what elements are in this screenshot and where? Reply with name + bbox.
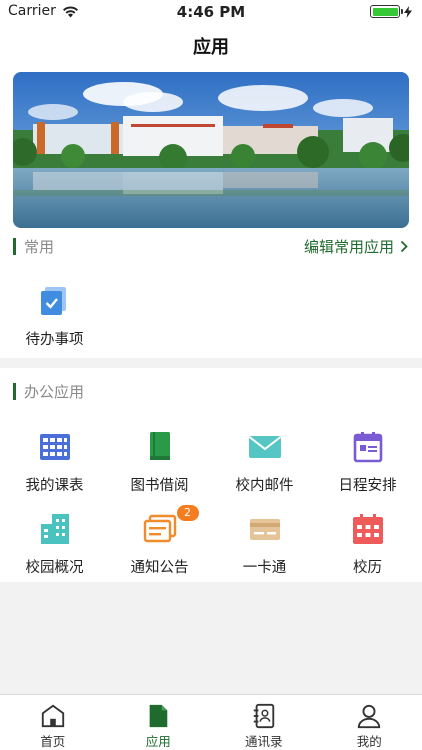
notice-icon-wrap: 2 (143, 505, 199, 546)
home-icon (41, 704, 64, 728)
common-section: 常用 编辑常用应用 待办事项 (0, 68, 422, 358)
contacts-icon (253, 703, 274, 729)
chevron-right-icon (400, 240, 408, 253)
office-section-title: 办公应用 (24, 382, 85, 401)
apps-icon (149, 704, 168, 728)
app-timetable-label: 我的课表 (25, 478, 84, 494)
status-bar: Carrier 4:46 PM (0, 0, 422, 24)
battery-icon (370, 5, 403, 18)
building-icon (40, 514, 69, 544)
section-accent-bar (13, 237, 16, 255)
app-school-calendar-label: 校历 (353, 560, 382, 576)
status-right (370, 5, 412, 18)
notice-badge: 2 (176, 505, 199, 521)
app-library[interactable]: 图书借阅 (107, 430, 212, 495)
school-calendar-icon (352, 514, 383, 544)
profile-icon (358, 704, 381, 729)
app-notices[interactable]: 2 通知公告 (107, 505, 212, 577)
edit-common-apps-label: 编辑常用应用 (303, 238, 394, 256)
charging-icon (404, 5, 412, 18)
section-accent-bar (13, 382, 16, 400)
navigation-bar: 应用 (0, 24, 422, 68)
tab-contacts-label: 通讯录 (244, 734, 283, 749)
page-title: 应用 (193, 37, 229, 58)
common-section-header: 常用 (13, 236, 54, 256)
status-time: 4:46 PM (176, 3, 246, 21)
app-notices-label: 通知公告 (130, 560, 189, 576)
app-mail[interactable]: 校内邮件 (212, 430, 317, 495)
app-campus-overview[interactable]: 校园概况 (2, 512, 107, 577)
tab-profile[interactable]: 我的 (317, 695, 422, 750)
tab-apps-label: 应用 (145, 734, 171, 749)
common-section-title: 常用 (24, 237, 55, 256)
app-schedule[interactable]: 日程安排 (315, 430, 420, 495)
calendar-icon (353, 432, 382, 463)
tab-home[interactable]: 首页 (0, 695, 106, 750)
app-campus-overview-label: 校园概况 (25, 560, 84, 576)
tab-contacts[interactable]: 通讯录 (211, 695, 317, 750)
app-campus-card-label: 一卡通 (242, 560, 287, 576)
app-schedule-label: 日程安排 (338, 478, 397, 494)
tab-profile-label: 我的 (356, 734, 382, 749)
app-library-label: 图书借阅 (130, 478, 189, 494)
timetable-icon (39, 434, 70, 460)
notice-icon (143, 514, 176, 543)
campus-photo (13, 72, 409, 228)
tab-home-label: 首页 (40, 734, 66, 749)
app-campus-card[interactable]: 一卡通 (212, 512, 317, 577)
mail-icon (248, 436, 281, 458)
office-section-header: 办公应用 (13, 381, 84, 401)
tab-bar: 首页 应用 通讯录 我的 (0, 694, 422, 750)
book-icon (149, 432, 170, 460)
app-todo[interactable]: 待办事项 (2, 284, 107, 349)
edit-common-apps-link[interactable]: 编辑常用应用 (304, 236, 408, 257)
office-section: 办公应用 我的课表 图书借阅 校内邮件 日程安排 校园概况 2 通知公告 一卡通… (0, 368, 422, 582)
app-school-calendar[interactable]: 校历 (315, 512, 420, 577)
campus-banner-image[interactable] (13, 72, 409, 228)
app-mail-label: 校内邮件 (235, 478, 294, 494)
app-timetable[interactable]: 我的课表 (2, 430, 107, 495)
tab-apps[interactable]: 应用 (106, 695, 212, 750)
app-todo-label: 待办事项 (25, 332, 84, 348)
card-icon (249, 519, 280, 540)
todo-icon (40, 287, 66, 315)
